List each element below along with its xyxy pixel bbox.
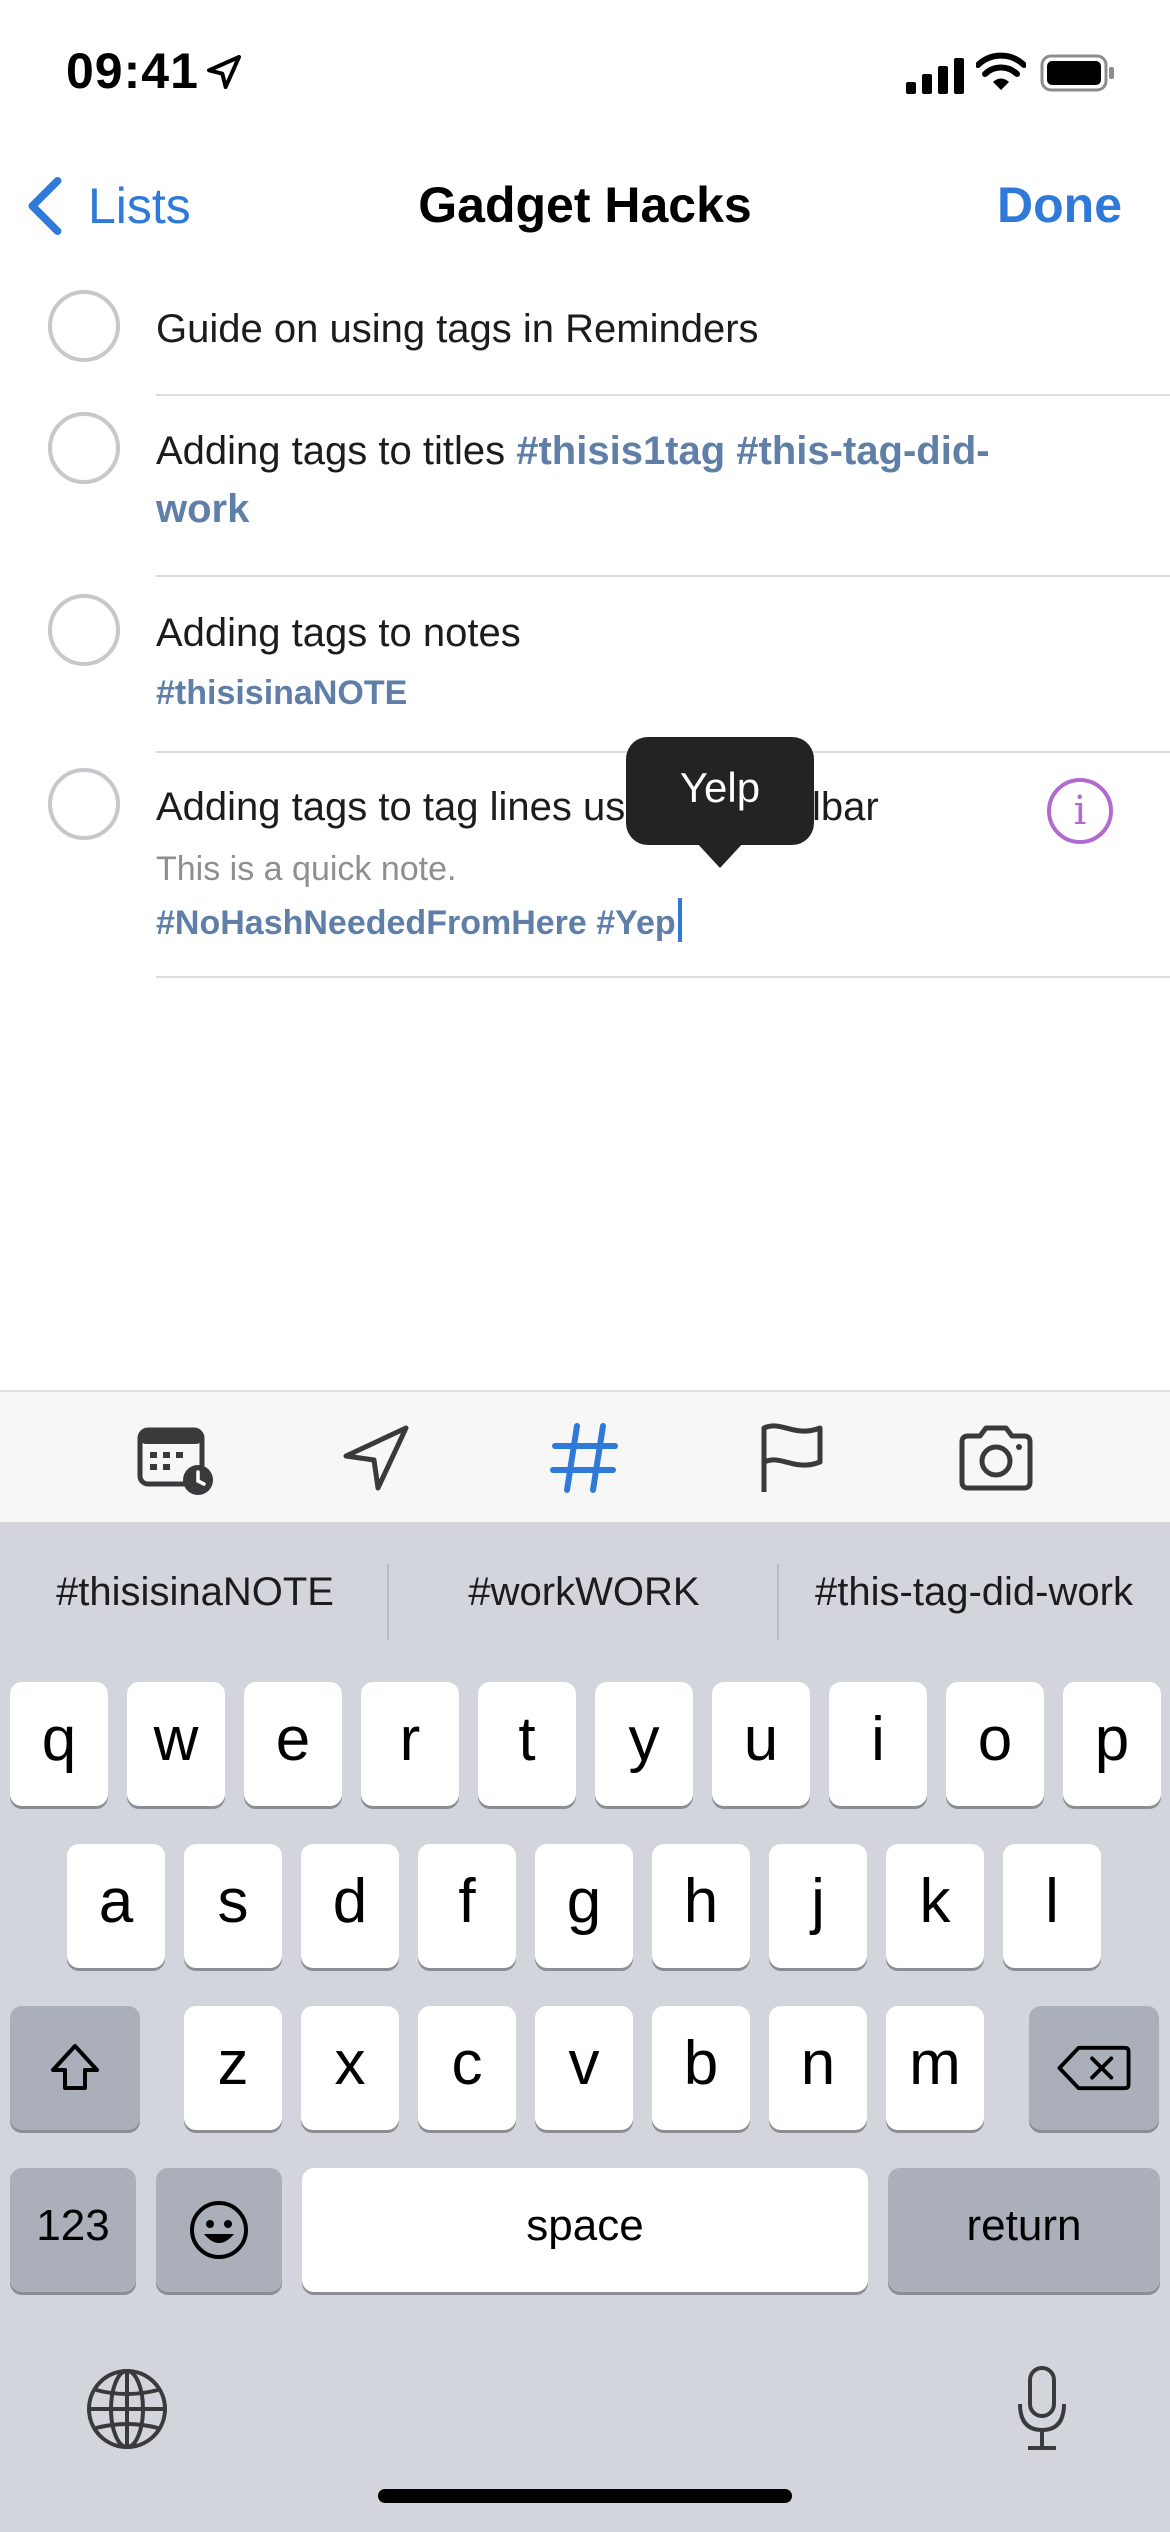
done-button[interactable]: Done — [997, 176, 1122, 234]
autocorrect-tooltip[interactable]: Yelp — [626, 737, 814, 845]
backspace-icon — [1057, 2045, 1131, 2091]
location-icon[interactable] — [336, 1418, 416, 1498]
tag-input-line[interactable]: #NoHashNeededFromHere #Yep — [156, 898, 682, 943]
tag-suggestion[interactable]: #this-tag-did-work — [782, 1570, 1166, 1615]
key-w[interactable]: w — [127, 1682, 225, 1806]
key-k[interactable]: k — [886, 1844, 984, 1968]
space-key[interactable]: space — [302, 2168, 868, 2292]
flag-icon[interactable] — [752, 1418, 832, 1498]
key-r[interactable]: r — [361, 1682, 459, 1806]
home-indicator[interactable] — [378, 2489, 792, 2503]
wifi-icon — [976, 52, 1026, 90]
location-arrow-icon — [207, 55, 241, 89]
shift-key[interactable] — [10, 2006, 140, 2130]
key-c[interactable]: c — [418, 2006, 516, 2130]
battery-icon — [1040, 54, 1114, 92]
key-y[interactable]: y — [595, 1682, 693, 1806]
list-item: Adding tags to notes #thisisinaNOTE — [0, 594, 1170, 754]
completion-circle[interactable] — [48, 290, 120, 362]
calendar-clock-icon[interactable] — [136, 1418, 216, 1498]
info-icon[interactable]: i — [1047, 778, 1113, 844]
completion-circle[interactable] — [48, 412, 120, 484]
key-z[interactable]: z — [184, 2006, 282, 2130]
divider — [777, 1564, 779, 1640]
status-time: 09:41 — [66, 43, 199, 99]
tag-suggestion[interactable]: #workWORK — [394, 1570, 774, 1615]
camera-icon[interactable] — [956, 1418, 1036, 1498]
key-g[interactable]: g — [535, 1844, 633, 1968]
keyboard: #thisisinaNOTE #workWORK #this-tag-did-w… — [0, 1522, 1170, 2532]
reminder-toolbar — [0, 1390, 1170, 1522]
key-o[interactable]: o — [946, 1682, 1044, 1806]
key-h[interactable]: h — [652, 1844, 750, 1968]
return-key[interactable]: return — [888, 2168, 1160, 2292]
key-e[interactable]: e — [244, 1682, 342, 1806]
key-l[interactable]: l — [1003, 1844, 1101, 1968]
key-f[interactable]: f — [418, 1844, 516, 1968]
microphone-icon[interactable] — [1012, 2364, 1072, 2454]
title-tags-continued: work — [156, 487, 250, 531]
reminder-title[interactable]: Adding tags to titles #thisis1tag #this-… — [156, 422, 1110, 538]
key-a[interactable]: a — [67, 1844, 165, 1968]
key-q[interactable]: q — [10, 1682, 108, 1806]
divider — [387, 1564, 389, 1640]
hashtag-icon[interactable] — [545, 1418, 625, 1498]
cellular-signal-icon — [906, 58, 964, 94]
tooltip-pointer — [696, 842, 744, 868]
divider — [156, 976, 1170, 978]
divider — [156, 394, 1170, 396]
key-v[interactable]: v — [535, 2006, 633, 2130]
completion-circle[interactable] — [48, 768, 120, 840]
key-n[interactable]: n — [769, 2006, 867, 2130]
emoji-key[interactable] — [156, 2168, 282, 2292]
status-bar: 09:41 — [0, 0, 1170, 150]
key-x[interactable]: x — [301, 2006, 399, 2130]
reminder-tags: #thisisinaNOTE — [156, 674, 408, 712]
key-i[interactable]: i — [829, 1682, 927, 1806]
reminder-title[interactable]: Adding tags to notes — [156, 604, 1110, 662]
key-u[interactable]: u — [712, 1682, 810, 1806]
key-b[interactable]: b — [652, 2006, 750, 2130]
key-p[interactable]: p — [1063, 1682, 1161, 1806]
title-tags: #thisis1tag #this-tag-did- — [516, 429, 990, 473]
title-text: Adding tags to titles — [156, 429, 517, 473]
list-item: Adding tags to tag lines using the toolb… — [0, 768, 1170, 978]
tag-suggestion[interactable]: #thisisinaNOTE — [10, 1570, 380, 1615]
delete-key[interactable] — [1029, 2006, 1159, 2130]
reminder-note[interactable]: This is a quick note. — [156, 850, 456, 889]
key-t[interactable]: t — [478, 1682, 576, 1806]
reminder-tags: #NoHashNeededFromHere #Yep — [156, 904, 676, 942]
key-m[interactable]: m — [886, 2006, 984, 2130]
numbers-key[interactable]: 123 — [10, 2168, 136, 2292]
completion-circle[interactable] — [48, 594, 120, 666]
globe-icon[interactable] — [82, 2364, 172, 2454]
text-cursor — [677, 898, 682, 942]
shift-arrow-icon — [51, 2044, 99, 2090]
key-s[interactable]: s — [184, 1844, 282, 1968]
emoji-icon — [190, 2201, 248, 2259]
list-item: Adding tags to titles #thisis1tag #this-… — [0, 412, 1170, 578]
page-title: Gadget Hacks — [418, 177, 752, 233]
key-j[interactable]: j — [769, 1844, 867, 1968]
divider — [156, 575, 1170, 577]
reminder-title[interactable]: Guide on using tags in Reminders — [156, 300, 1110, 358]
list-item: Guide on using tags in Reminders — [0, 290, 1170, 396]
key-d[interactable]: d — [301, 1844, 399, 1968]
